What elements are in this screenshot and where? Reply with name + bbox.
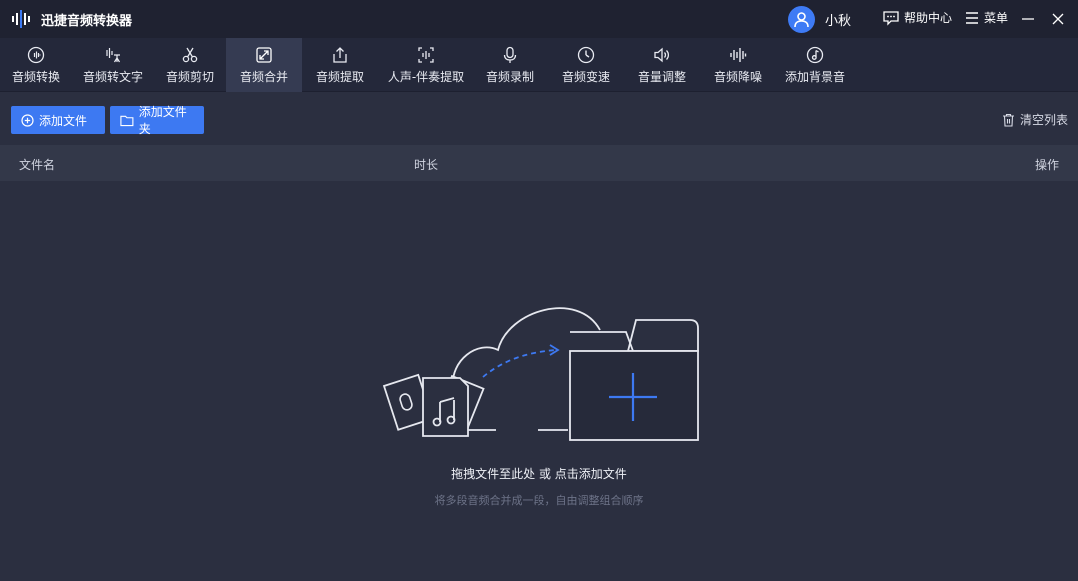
tab-audio-extract[interactable]: 音频提取 [302, 38, 378, 92]
volume-icon [654, 47, 670, 62]
folder-icon [120, 115, 134, 126]
music-note-icon [806, 46, 824, 63]
title-bar: 迅捷音频转换器 小秋 帮助中心 菜单 [0, 0, 1078, 38]
drop-zone-hint[interactable]: 拖拽文件至此处 或 点击添加文件 [0, 465, 1078, 482]
tab-audio-cut[interactable]: 音频剪切 [154, 38, 226, 92]
drop-zone-subtitle: 将多段音频合并成一段，自由调整组合顺序 [434, 494, 644, 507]
speech-to-text-icon [106, 47, 121, 62]
file-table-header: 文件名 时长 操作 [0, 145, 1078, 181]
music-file-icon [422, 377, 469, 437]
tab-audio-convert[interactable]: 音频转换 [0, 38, 72, 92]
tab-audio-record[interactable]: 音频录制 [474, 38, 546, 92]
tab-add-background-music[interactable]: 添加背景音 [776, 38, 854, 92]
microphone-icon [503, 46, 517, 63]
merge-icon [256, 46, 272, 63]
plus-circle-icon [21, 113, 34, 127]
app-logo-icon [10, 8, 32, 30]
clear-list-button[interactable]: 清空列表 [1002, 111, 1068, 128]
user-profile[interactable]: 小秋 [788, 5, 851, 33]
drop-zone-illustration[interactable] [378, 290, 708, 450]
tool-tabs: 音频转换 音频转文字 音频剪切 音频合并 音频提取 人声-伴奏提取 音频录制 音… [0, 38, 1078, 92]
denoise-icon [730, 47, 747, 62]
chat-icon [883, 10, 899, 26]
tab-audio-merge[interactable]: 音频合并 [226, 38, 302, 92]
hamburger-icon [966, 11, 978, 24]
scissors-icon [182, 47, 198, 62]
vocal-separate-icon [418, 46, 434, 63]
tab-audio-speed[interactable]: 音频变速 [548, 38, 624, 92]
help-center-button[interactable]: 帮助中心 [882, 9, 952, 26]
trash-icon [1003, 113, 1014, 127]
tab-volume-adjust[interactable]: 音量调整 [624, 38, 700, 92]
menu-label: 菜单 [984, 11, 1009, 25]
menu-button[interactable]: 菜单 [964, 9, 1008, 26]
username[interactable]: 小秋 [825, 10, 851, 29]
help-center-label: 帮助中心 [904, 11, 953, 25]
avatar[interactable] [788, 5, 815, 33]
add-folder-button[interactable]: 添加文件夹 [110, 105, 204, 136]
column-header-duration: 时长 [414, 158, 439, 172]
export-icon [333, 46, 347, 63]
tab-noise-reduction[interactable]: 音频降噪 [700, 38, 776, 92]
user-icon [794, 11, 809, 27]
column-header-filename: 文件名 [19, 158, 56, 172]
speedometer-icon [577, 46, 595, 63]
add-file-button[interactable]: 添加文件 [11, 106, 105, 134]
waveform-icon [27, 46, 45, 63]
add-folder-icon [569, 319, 699, 441]
tab-vocal-extract[interactable]: 人声-伴奏提取 [378, 38, 474, 92]
minimize-icon[interactable] [1019, 10, 1037, 28]
tab-audio-to-text[interactable]: 音频转文字 [72, 38, 154, 92]
column-header-action: 操作 [1035, 158, 1060, 172]
app-title: 迅捷音频转换器 [41, 13, 133, 29]
close-icon[interactable] [1049, 10, 1067, 28]
